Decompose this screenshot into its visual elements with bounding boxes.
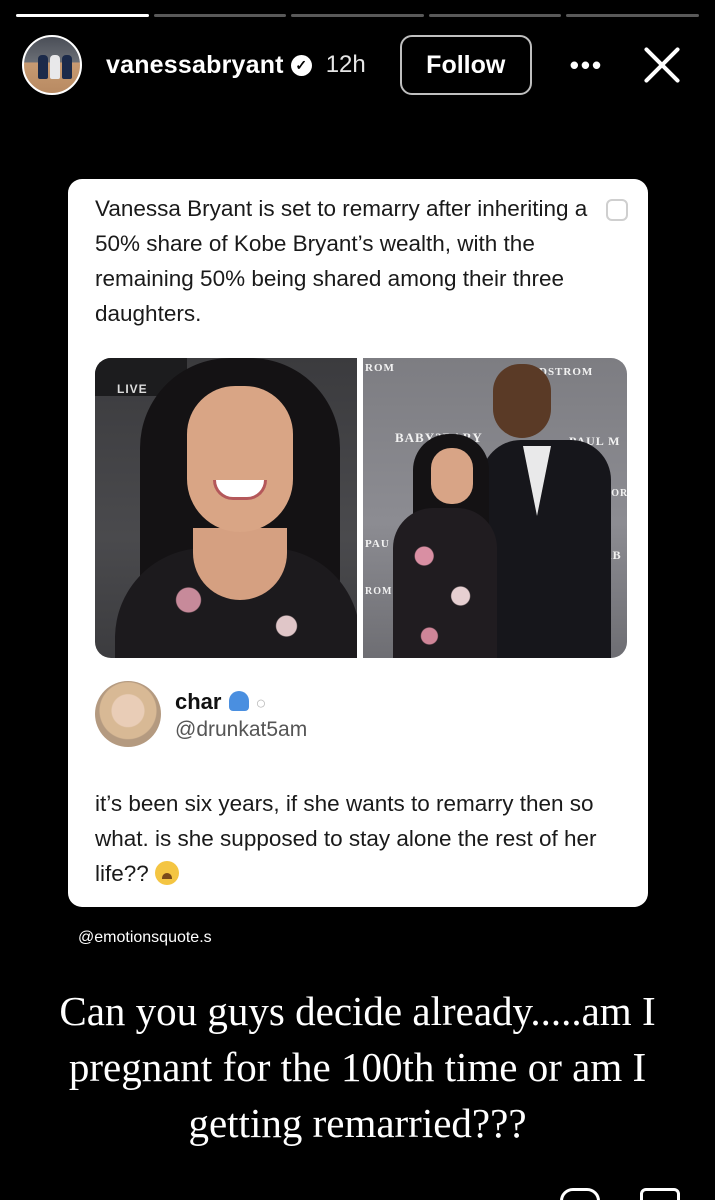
reply-handle[interactable]: @drunkat5am (175, 718, 307, 742)
backdrop-text: PAU (365, 538, 390, 550)
photo-couple: ROM DSTROM BABY2BABY PAUL M NOR PAU AB R… (363, 358, 627, 658)
post-time: 12h (325, 51, 366, 78)
verified-badge-icon: ✓ (290, 54, 312, 76)
story-progress-segment (16, 14, 149, 17)
watermark: @emotionsquote.s (78, 929, 212, 946)
story-progress-segment (153, 14, 287, 17)
crying-face-emoji-icon (154, 861, 179, 885)
story-header: vanessabryant ✓ 12h Follow ••• (22, 34, 693, 96)
story-progress-bars (16, 14, 699, 17)
more-options-icon[interactable]: ••• (570, 50, 603, 81)
photo-portrait: LIVE (95, 358, 357, 658)
reply-author-name: char (175, 689, 222, 714)
story-progress-segment (566, 14, 699, 17)
post-text: Vanessa Bryant is set to remarry after i… (95, 196, 588, 326)
story-progress-segment (291, 14, 424, 17)
backdrop-text: ROM (365, 586, 393, 597)
shared-post-card[interactable]: Vanessa Bryant is set to remarry after i… (68, 179, 648, 907)
follow-button[interactable]: Follow (399, 35, 532, 95)
close-icon[interactable] (641, 44, 683, 86)
share-icon[interactable] (640, 1188, 680, 1200)
profile-avatar[interactable] (22, 35, 82, 95)
story-progress-segment (428, 14, 562, 17)
reply-avatar[interactable] (95, 681, 161, 747)
rings-icon: ○ (255, 693, 267, 713)
jellyfish-emoji-icon (229, 691, 250, 711)
reply-text: it’s been six years, if she wants to rem… (95, 786, 615, 891)
username[interactable]: vanessabryant (106, 51, 284, 80)
heart-icon[interactable] (560, 1188, 600, 1200)
backdrop-text: ROM (365, 362, 395, 374)
reply-author[interactable]: char ○ (175, 689, 266, 715)
story-caption: Can you guys decide already.....am I pre… (59, 988, 656, 1146)
post-photos[interactable]: LIVE ROM DSTROM BABY2BABY PAUL M NOR PAU… (95, 358, 627, 658)
